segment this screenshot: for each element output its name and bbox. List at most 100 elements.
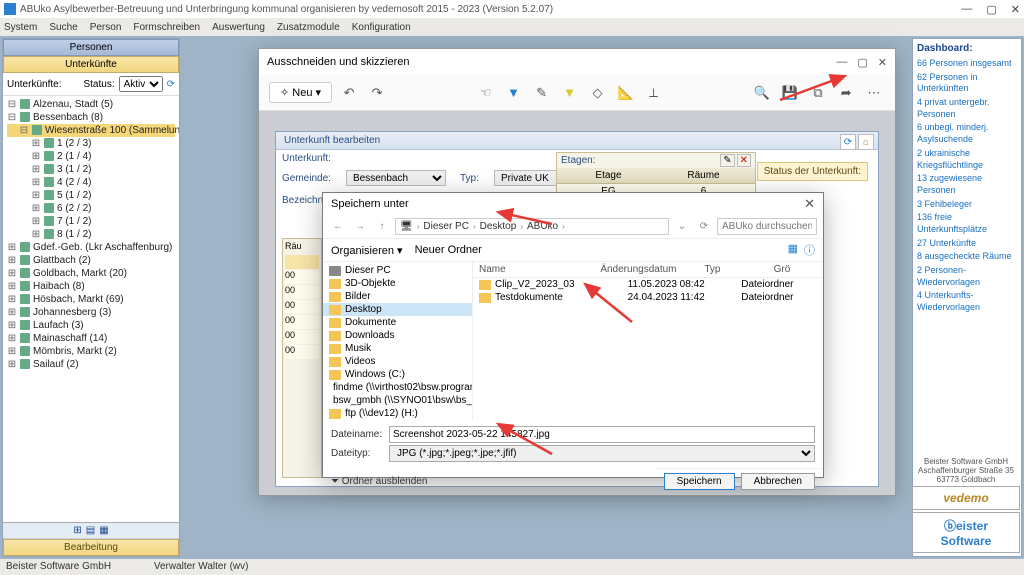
touch-icon[interactable]: ☜ <box>475 82 497 104</box>
window-maximize[interactable]: ▢ <box>986 3 996 16</box>
window-minimize[interactable]: — <box>961 3 972 16</box>
dashboard-stat[interactable]: 66 Personen insgesamt <box>917 57 1017 71</box>
gemeinde-select[interactable]: Bessenbach <box>346 170 446 186</box>
folder-tree-item[interactable]: Dokumente <box>323 316 472 329</box>
tree-item[interactable]: ⊞Mömbris, Markt (2) <box>7 345 175 358</box>
tab-unterkuenfte[interactable]: Unterkünfte <box>3 56 179 73</box>
folder-tree-item[interactable]: findme (\\virthost02\bsw.programme) (F:) <box>323 381 472 394</box>
dashboard-stat[interactable]: 2 ukrainische Kriegsflüchtlinge <box>917 147 1017 172</box>
folder-tree-item[interactable]: bsw_gmbh (\\SYNO01\bsw\bs_dat) (G:) <box>323 394 472 407</box>
eraser-icon[interactable]: ◇ <box>587 82 609 104</box>
tree-item[interactable]: ⊞3 (1 / 2) <box>7 163 175 176</box>
tree-item[interactable]: ⊞Laufach (3) <box>7 319 175 332</box>
refresh-icon[interactable]: ⟳ <box>695 221 713 232</box>
dashboard-stat[interactable]: 27 Unterkünfte <box>917 237 1017 251</box>
snip-neu-button[interactable]: ✧ Neu ▾ <box>269 82 332 103</box>
more-icon[interactable]: ⋯ <box>863 82 885 104</box>
folder-tree-item[interactable]: Bilder <box>323 290 472 303</box>
tree-item[interactable]: ⊞1 (2 / 3) <box>7 137 175 150</box>
nav-back-icon[interactable]: ← <box>329 221 347 232</box>
ruler-icon[interactable]: 📐 <box>615 82 637 104</box>
tree-expand-all-icon[interactable]: ⊞ <box>73 525 81 536</box>
dashboard-stat[interactable]: 8 ausgecheckte Räume <box>917 250 1017 264</box>
save-close-icon[interactable]: ✕ <box>804 196 815 212</box>
menu-person[interactable]: Person <box>90 22 122 33</box>
file-list[interactable]: Name Änderungsdatum Typ Grö Clip_V2_2023… <box>473 262 823 420</box>
dateiname-input[interactable] <box>389 426 815 443</box>
folder-tree-item[interactable]: Musik <box>323 342 472 355</box>
folder-tree-item[interactable]: Desktop <box>323 303 472 316</box>
crop-icon[interactable]: ⟂ <box>643 82 665 104</box>
folder-tree-item[interactable]: Windows (C:) <box>323 368 472 381</box>
redo-icon[interactable]: ↷ <box>366 82 388 104</box>
dashboard-stat[interactable]: 2 Personen-Wiedervorlagen <box>917 264 1017 289</box>
etage-delete-icon[interactable]: ✕ <box>737 154 751 167</box>
folder-tree-item[interactable]: ftp (\\dev12) (H:) <box>323 407 472 420</box>
view-icon[interactable]: ▦ <box>788 242 798 258</box>
folder-tree-item[interactable]: Downloads <box>323 329 472 342</box>
etage-edit-icon[interactable]: ✎ <box>720 154 734 167</box>
tree-item[interactable]: ⊞2 (1 / 4) <box>7 150 175 163</box>
tree-item[interactable]: ⊞5 (1 / 2) <box>7 189 175 202</box>
menu-formschreiben[interactable]: Formschreiben <box>133 22 200 33</box>
breadcrumb[interactable]: 🖥› Dieser PC› Desktop› ABUko› <box>395 218 669 235</box>
tree-item[interactable]: ⊞Hösbach, Markt (69) <box>7 293 175 306</box>
inner-refresh-icon[interactable]: ⟳ <box>840 134 856 150</box>
share-icon[interactable]: ➦ <box>835 82 857 104</box>
filter-status-select[interactable]: Aktiv <box>119 76 163 92</box>
folder-tree-item[interactable]: Dieser PC <box>323 264 472 277</box>
tree-item[interactable]: ⊞Glattbach (2) <box>7 254 175 267</box>
window-close[interactable]: ✕ <box>1011 3 1020 16</box>
tab-personen[interactable]: Personen <box>3 39 179 56</box>
hide-folders-toggle[interactable]: ⏷ Ordner ausblenden <box>323 474 435 489</box>
tree-item[interactable]: ⊟Wiesenstraße 100 (Sammelunterkunft 1) <box>7 124 175 137</box>
tree-item[interactable]: ⊞Johannesberg (3) <box>7 306 175 319</box>
copy-icon[interactable]: ⧉ <box>807 82 829 104</box>
save-button[interactable]: Speichern <box>664 473 735 490</box>
help-icon[interactable]: ⓘ <box>804 242 815 258</box>
file-row[interactable]: Clip_V2_2023_0311.05.2023 08:42Dateiordn… <box>473 278 823 291</box>
inner-home-icon[interactable]: ⌂ <box>858 134 874 150</box>
save-icon[interactable]: 💾 <box>779 82 801 104</box>
dashboard-stat[interactable]: 4 privat untergebr. Personen <box>917 96 1017 121</box>
dashboard-stat[interactable]: 3 Fehlbeleger <box>917 198 1017 212</box>
folder-tree-item[interactable]: Videos <box>323 355 472 368</box>
refresh-icon[interactable]: ⟳ <box>167 79 175 90</box>
snip-close[interactable]: ✕ <box>878 56 887 69</box>
menu-auswertung[interactable]: Auswertung <box>212 22 265 33</box>
tree-item[interactable]: ⊞7 (1 / 2) <box>7 215 175 228</box>
tree-collapse-icon[interactable]: ▤ <box>86 525 95 536</box>
bearbeitung-label[interactable]: Bearbeitung <box>3 539 179 556</box>
menu-konfiguration[interactable]: Konfiguration <box>352 22 411 33</box>
tree-item[interactable]: ⊞4 (2 / 4) <box>7 176 175 189</box>
file-row[interactable]: Testdokumente24.04.2023 11:42Dateiordner <box>473 291 823 304</box>
dateityp-select[interactable]: JPG (*.jpg;*.jpeg;*.jpe;*.jfif) <box>389 445 815 462</box>
tree-list-icon[interactable]: ▦ <box>99 525 108 536</box>
dashboard-stat[interactable]: 6 unbegl. minderj. Asylsuchende <box>917 121 1017 146</box>
organisieren-button[interactable]: Organisieren ▾ <box>331 244 403 257</box>
dashboard-stat[interactable]: 4 Unterkunfts-Wiedervorlagen <box>917 289 1017 314</box>
tree-item[interactable]: ⊞6 (2 / 2) <box>7 202 175 215</box>
tree-item[interactable]: ⊞Haibach (8) <box>7 280 175 293</box>
dashboard-stat[interactable]: 136 freie Unterkunftsplätze <box>917 211 1017 236</box>
dashboard-stat[interactable]: 13 zugewiesene Personen <box>917 172 1017 197</box>
highlighter-icon[interactable]: ▼ <box>559 82 581 104</box>
tree-item[interactable]: ⊟Alzenau, Stadt (5) <box>7 98 175 111</box>
folder-tree-item[interactable]: 3D-Objekte <box>323 277 472 290</box>
snip-minimize[interactable]: — <box>836 56 847 69</box>
tree-item[interactable]: ⊟Bessenbach (8) <box>7 111 175 124</box>
undo-icon[interactable]: ↶ <box>338 82 360 104</box>
menu-suche[interactable]: Suche <box>49 22 77 33</box>
tree-item[interactable]: ⊞8 (1 / 2) <box>7 228 175 241</box>
breadcrumb-dropdown-icon[interactable]: ⌄ <box>673 221 691 232</box>
neuer-ordner-button[interactable]: Neuer Ordner <box>415 244 482 256</box>
tree-item[interactable]: ⊞Sailauf (2) <box>7 358 175 371</box>
tree-item[interactable]: ⊞Gdef.-Geb. (Lkr Aschaffenburg) <box>7 241 175 254</box>
tree-item[interactable]: ⊞Goldbach, Markt (20) <box>7 267 175 280</box>
menu-zusatzmodule[interactable]: Zusatzmodule <box>277 22 340 33</box>
dashboard-stat[interactable]: 62 Personen in Unterkünften <box>917 71 1017 96</box>
search-input[interactable] <box>717 218 817 235</box>
snip-maximize[interactable]: ▢ <box>857 56 867 69</box>
tree-item[interactable]: ⊞Mainaschaff (14) <box>7 332 175 345</box>
zoom-icon[interactable]: 🔍 <box>751 82 773 104</box>
